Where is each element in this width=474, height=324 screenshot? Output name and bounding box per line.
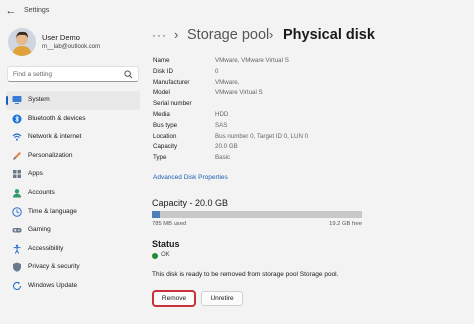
sidebar-item-label: System bbox=[28, 96, 50, 103]
property-key: Capacity bbox=[153, 143, 178, 151]
capacity-bar-fill bbox=[152, 211, 160, 218]
accessibility-icon bbox=[13, 244, 21, 254]
user-email: m__lab@outlook.com bbox=[42, 44, 101, 50]
user-name: User Demo bbox=[42, 33, 80, 42]
sidebar-item-label: Time & language bbox=[28, 207, 77, 215]
sidebar-item-system[interactable]: System bbox=[6, 91, 140, 110]
sidebar-nav: System Bluetooth & devices Network & int… bbox=[6, 91, 140, 296]
apps-icon bbox=[13, 170, 21, 179]
property-key: Location bbox=[153, 132, 177, 140]
status-state: OK bbox=[161, 252, 170, 258]
property-row: Disk ID 0 bbox=[152, 67, 362, 78]
bluetooth-icon bbox=[12, 114, 22, 124]
avatar bbox=[8, 28, 36, 56]
property-row: Bus type SAS bbox=[152, 121, 362, 132]
property-row: Serial number bbox=[152, 99, 362, 110]
search-icon bbox=[124, 70, 133, 79]
time-language-icon bbox=[12, 206, 22, 217]
sidebar-item-label: Network & internet bbox=[28, 133, 82, 141]
privacy-icon bbox=[13, 262, 21, 273]
property-key: Media bbox=[153, 110, 170, 118]
remove-button[interactable]: Remove bbox=[153, 291, 195, 306]
property-row: Name VMware, VMware Virtual S bbox=[152, 56, 362, 67]
sidebar-item-label: Accounts bbox=[28, 188, 55, 196]
gaming-icon bbox=[12, 228, 22, 233]
property-value: 20.0 GB bbox=[215, 143, 238, 151]
property-row: Media HDD bbox=[152, 110, 362, 121]
sidebar-item-label: Bluetooth & devices bbox=[28, 114, 86, 122]
property-value: 0 bbox=[215, 67, 219, 75]
status-title: Status bbox=[152, 239, 180, 249]
sidebar-item-network[interactable]: Network & internet bbox=[6, 128, 140, 147]
sidebar-item-bluetooth[interactable]: Bluetooth & devices bbox=[6, 110, 140, 129]
sidebar-item-apps[interactable]: Apps bbox=[6, 165, 140, 184]
sidebar-item-privacy[interactable]: Privacy & security bbox=[6, 258, 140, 277]
sidebar-item-label: Privacy & security bbox=[28, 263, 80, 271]
property-row: Type Basic bbox=[152, 153, 362, 164]
property-value: HDD bbox=[215, 110, 229, 118]
property-value: VMware Virtual S bbox=[215, 89, 263, 97]
system-icon bbox=[12, 96, 22, 104]
property-value: VMware, bbox=[215, 78, 240, 86]
sidebar-item-personalization[interactable]: Personalization bbox=[6, 147, 140, 166]
unretire-button[interactable]: Unretire bbox=[201, 291, 243, 306]
sidebar-item-label: Accessibility bbox=[28, 244, 64, 252]
disk-properties: Name VMware, VMware Virtual S Disk ID 0 Ma… bbox=[152, 56, 362, 164]
sidebar-item-label: Personalization bbox=[28, 151, 73, 159]
accounts-icon bbox=[13, 189, 21, 198]
chevron-right-icon: › bbox=[269, 27, 274, 42]
capacity-used-label: 785 MB used bbox=[152, 221, 187, 227]
status-ok-icon bbox=[152, 253, 158, 259]
property-key: Name bbox=[153, 57, 170, 64]
property-row: Model VMware Virtual S bbox=[152, 88, 362, 99]
breadcrumb-more-button[interactable]: ··· bbox=[152, 28, 167, 42]
sidebar-item-label: Gaming bbox=[28, 226, 51, 234]
search-input[interactable]: Find a setting bbox=[7, 66, 139, 82]
breadcrumb-storage-pool[interactable]: Storage pool bbox=[187, 27, 269, 43]
sidebar-item-windows-update[interactable]: Windows Update bbox=[6, 277, 140, 296]
sidebar-item-accounts[interactable]: Accounts bbox=[6, 184, 140, 203]
property-key: Model bbox=[153, 89, 170, 97]
property-row: Capacity 20.0 GB bbox=[152, 142, 362, 153]
chevron-right-icon: › bbox=[174, 27, 179, 42]
settings-window: ← Settings User Demo m__lab@outlook.com … bbox=[0, 0, 474, 324]
property-key: Type bbox=[153, 154, 167, 162]
property-key: Manufacturer bbox=[153, 78, 190, 86]
property-row: Location Bus number 0, Target ID 0, LUN 0 bbox=[152, 132, 362, 143]
app-title: Settings bbox=[24, 7, 50, 14]
page-title: Physical disk bbox=[283, 27, 375, 43]
user-profile[interactable]: User Demo m__lab@outlook.com bbox=[8, 28, 148, 58]
property-key: Bus type bbox=[153, 121, 178, 129]
avatar-image bbox=[8, 28, 36, 56]
property-key: Disk ID bbox=[153, 67, 173, 75]
capacity-bar bbox=[152, 211, 362, 218]
network-icon bbox=[12, 133, 22, 141]
title-bar: ← Settings bbox=[0, 0, 474, 24]
personalization-icon bbox=[13, 151, 21, 160]
property-value: Basic bbox=[215, 154, 231, 162]
capacity-title: Capacity - 20.0 GB bbox=[152, 198, 229, 208]
sidebar-item-gaming[interactable]: Gaming bbox=[6, 221, 140, 240]
status-message: This disk is ready to be removed from st… bbox=[152, 271, 339, 278]
windows-update-icon bbox=[12, 281, 22, 290]
property-row: Manufacturer VMware, bbox=[152, 78, 362, 89]
property-value: SAS bbox=[215, 121, 228, 129]
advanced-disk-properties-link[interactable]: Advanced Disk Properties bbox=[153, 174, 228, 181]
sidebar-item-time-language[interactable]: Time & language bbox=[6, 203, 140, 222]
back-arrow-icon[interactable]: ← bbox=[4, 4, 18, 18]
search-placeholder: Find a setting bbox=[13, 71, 53, 78]
property-value: Bus number 0, Target ID 0, LUN 0 bbox=[215, 132, 309, 140]
sidebar-item-label: Apps bbox=[28, 170, 43, 178]
property-key: Serial number bbox=[153, 100, 192, 108]
property-value: VMware, VMware Virtual S bbox=[215, 57, 289, 64]
sidebar-item-accessibility[interactable]: Accessibility bbox=[6, 240, 140, 259]
sidebar-item-label: Windows Update bbox=[28, 281, 78, 289]
capacity-free-label: 19.2 GB free bbox=[329, 221, 362, 227]
